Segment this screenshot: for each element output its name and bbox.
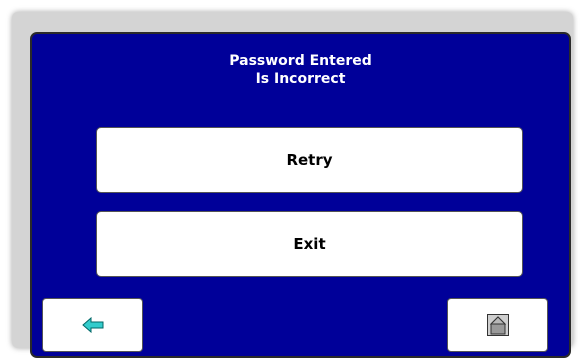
title-line-2: Is Incorrect xyxy=(255,71,346,87)
retry-button[interactable]: Retry xyxy=(96,127,523,193)
password-error-dialog: Password Entered Is Incorrect Retry Exit xyxy=(30,32,571,358)
retry-button-label: Retry xyxy=(286,151,333,169)
exit-button[interactable]: Exit xyxy=(96,211,523,277)
home-button[interactable] xyxy=(447,298,548,352)
title-line-1: Password Entered xyxy=(229,53,372,69)
arrow-left-icon xyxy=(81,317,104,333)
exit-button-label: Exit xyxy=(293,235,326,253)
screen-frame: Password Entered Is Incorrect Retry Exit xyxy=(12,12,573,358)
home-icon xyxy=(486,314,509,336)
dialog-title: Password Entered Is Incorrect xyxy=(32,52,569,88)
back-button[interactable] xyxy=(42,298,143,352)
